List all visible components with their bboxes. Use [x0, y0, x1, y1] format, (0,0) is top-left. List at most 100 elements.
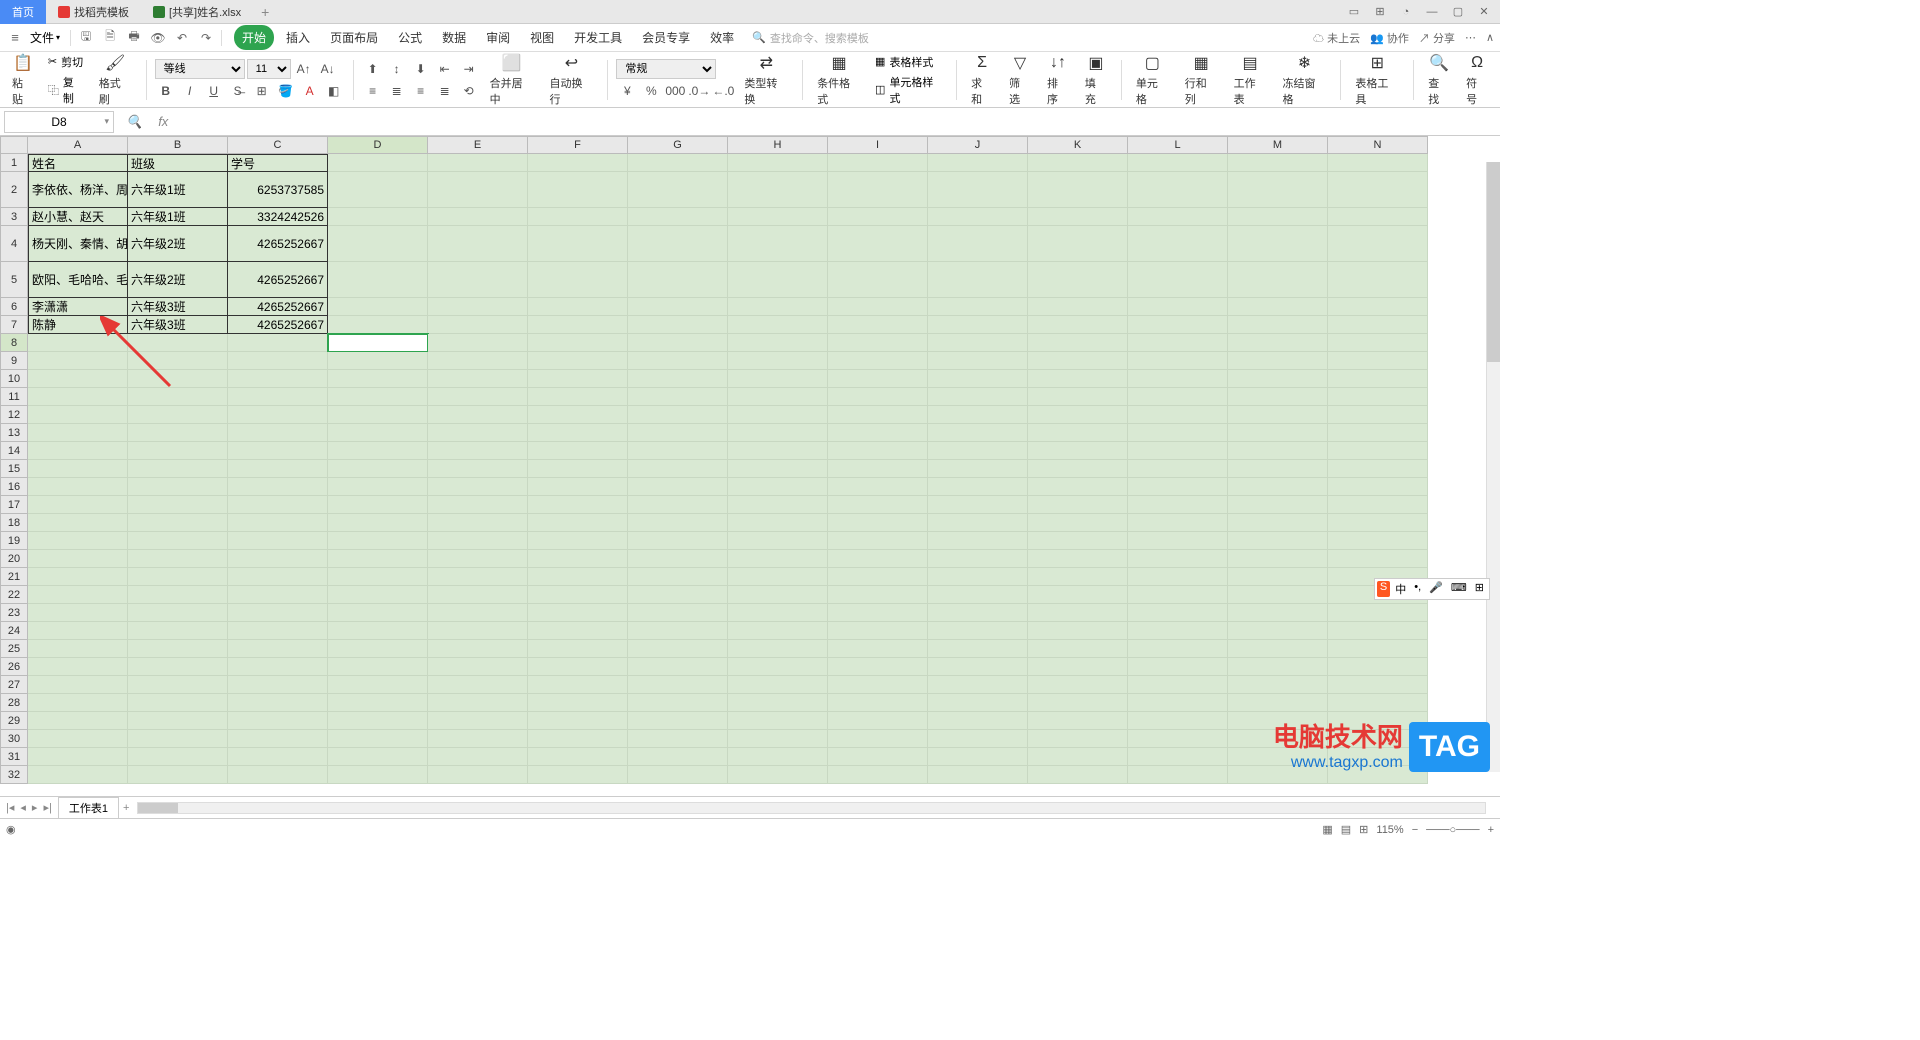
cell-N29[interactable] — [1328, 712, 1428, 730]
cell-M31[interactable] — [1228, 748, 1328, 766]
align-bottom-icon[interactable]: ⬇ — [410, 59, 432, 79]
col-header-H[interactable]: H — [728, 136, 828, 154]
cell-A25[interactable] — [28, 640, 128, 658]
cell-A3[interactable]: 赵小慧、赵天 — [28, 208, 128, 226]
zoom-slider[interactable]: ───○─── — [1426, 824, 1479, 836]
row-col-button[interactable]: ▦行和列 — [1185, 53, 1218, 107]
cell-E8[interactable] — [428, 334, 528, 352]
cell-D17[interactable] — [328, 496, 428, 514]
row-header-12[interactable]: 12 — [0, 406, 28, 424]
cell-F4[interactable] — [528, 226, 628, 262]
cell-E24[interactable] — [428, 622, 528, 640]
cell-E29[interactable] — [428, 712, 528, 730]
cell-G26[interactable] — [628, 658, 728, 676]
cell-H20[interactable] — [728, 550, 828, 568]
cell-D3[interactable] — [328, 208, 428, 226]
cell-N24[interactable] — [1328, 622, 1428, 640]
cell-D18[interactable] — [328, 514, 428, 532]
cell-F12[interactable] — [528, 406, 628, 424]
cell-D11[interactable] — [328, 388, 428, 406]
cell-C3[interactable]: 3324242526 — [228, 208, 328, 226]
cell-B2[interactable]: 六年级1班 — [128, 172, 228, 208]
cell-J11[interactable] — [928, 388, 1028, 406]
cell-L4[interactable] — [1128, 226, 1228, 262]
cell-L9[interactable] — [1128, 352, 1228, 370]
select-all-corner[interactable] — [0, 136, 28, 154]
cell-H26[interactable] — [728, 658, 828, 676]
cell-I17[interactable] — [828, 496, 928, 514]
row-header-19[interactable]: 19 — [0, 532, 28, 550]
row-header-32[interactable]: 32 — [0, 766, 28, 784]
cell-H10[interactable] — [728, 370, 828, 388]
cell-G27[interactable] — [628, 676, 728, 694]
cell-A29[interactable] — [28, 712, 128, 730]
cell-L21[interactable] — [1128, 568, 1228, 586]
cell-A21[interactable] — [28, 568, 128, 586]
col-header-E[interactable]: E — [428, 136, 528, 154]
redo-icon[interactable]: ↷ — [197, 29, 215, 47]
cell-D4[interactable] — [328, 226, 428, 262]
cell-J25[interactable] — [928, 640, 1028, 658]
cell-H30[interactable] — [728, 730, 828, 748]
cell-C22[interactable] — [228, 586, 328, 604]
col-header-K[interactable]: K — [1028, 136, 1128, 154]
cell-A12[interactable] — [28, 406, 128, 424]
apps-icon[interactable]: ⊞ — [1368, 2, 1392, 22]
cell-L24[interactable] — [1128, 622, 1228, 640]
cell-H21[interactable] — [728, 568, 828, 586]
col-header-M[interactable]: M — [1228, 136, 1328, 154]
cell-G14[interactable] — [628, 442, 728, 460]
cell-I18[interactable] — [828, 514, 928, 532]
cell-H24[interactable] — [728, 622, 828, 640]
command-search[interactable]: 🔍 查找命令、搜索模板 — [752, 30, 869, 46]
cell-M23[interactable] — [1228, 604, 1328, 622]
cell-F18[interactable] — [528, 514, 628, 532]
row-header-29[interactable]: 29 — [0, 712, 28, 730]
merge-button[interactable]: ⬜ 合并居中 — [490, 53, 534, 107]
cell-M2[interactable] — [1228, 172, 1328, 208]
cell-K31[interactable] — [1028, 748, 1128, 766]
cell-K32[interactable] — [1028, 766, 1128, 784]
cell-K21[interactable] — [1028, 568, 1128, 586]
cell-H1[interactable] — [728, 154, 828, 172]
cell-C7[interactable]: 4265252667 — [228, 316, 328, 334]
cell-L18[interactable] — [1128, 514, 1228, 532]
cell-I30[interactable] — [828, 730, 928, 748]
cell-E2[interactable] — [428, 172, 528, 208]
cell-G23[interactable] — [628, 604, 728, 622]
cell-E4[interactable] — [428, 226, 528, 262]
sheet-tab[interactable]: 工作表1 — [58, 797, 119, 818]
cell-C29[interactable] — [228, 712, 328, 730]
cell-G31[interactable] — [628, 748, 728, 766]
cell-B22[interactable] — [128, 586, 228, 604]
cell-I29[interactable] — [828, 712, 928, 730]
cell-E5[interactable] — [428, 262, 528, 298]
cell-F24[interactable] — [528, 622, 628, 640]
cell-E27[interactable] — [428, 676, 528, 694]
cell-A23[interactable] — [28, 604, 128, 622]
cell-A5[interactable]: 欧阳、毛哈哈、毛力 — [28, 262, 128, 298]
tab-home[interactable]: 首页 — [0, 0, 46, 24]
cell-M4[interactable] — [1228, 226, 1328, 262]
cell-L15[interactable] — [1128, 460, 1228, 478]
cell-B30[interactable] — [128, 730, 228, 748]
cell-E1[interactable] — [428, 154, 528, 172]
cell-N28[interactable] — [1328, 694, 1428, 712]
number-format-select[interactable]: 常规 — [616, 59, 716, 79]
cell-F28[interactable] — [528, 694, 628, 712]
cell-C5[interactable]: 4265252667 — [228, 262, 328, 298]
row-header-24[interactable]: 24 — [0, 622, 28, 640]
cell-J24[interactable] — [928, 622, 1028, 640]
cell-K27[interactable] — [1028, 676, 1128, 694]
cell-B12[interactable] — [128, 406, 228, 424]
cell-A6[interactable]: 李潇潇 — [28, 298, 128, 316]
cell-I15[interactable] — [828, 460, 928, 478]
cell-N23[interactable] — [1328, 604, 1428, 622]
cell-B4[interactable]: 六年级2班 — [128, 226, 228, 262]
cell-E26[interactable] — [428, 658, 528, 676]
cell-J10[interactable] — [928, 370, 1028, 388]
cell-L13[interactable] — [1128, 424, 1228, 442]
cell-B11[interactable] — [128, 388, 228, 406]
table-tools-button[interactable]: ⊞表格工具 — [1355, 53, 1399, 107]
cell-A27[interactable] — [28, 676, 128, 694]
